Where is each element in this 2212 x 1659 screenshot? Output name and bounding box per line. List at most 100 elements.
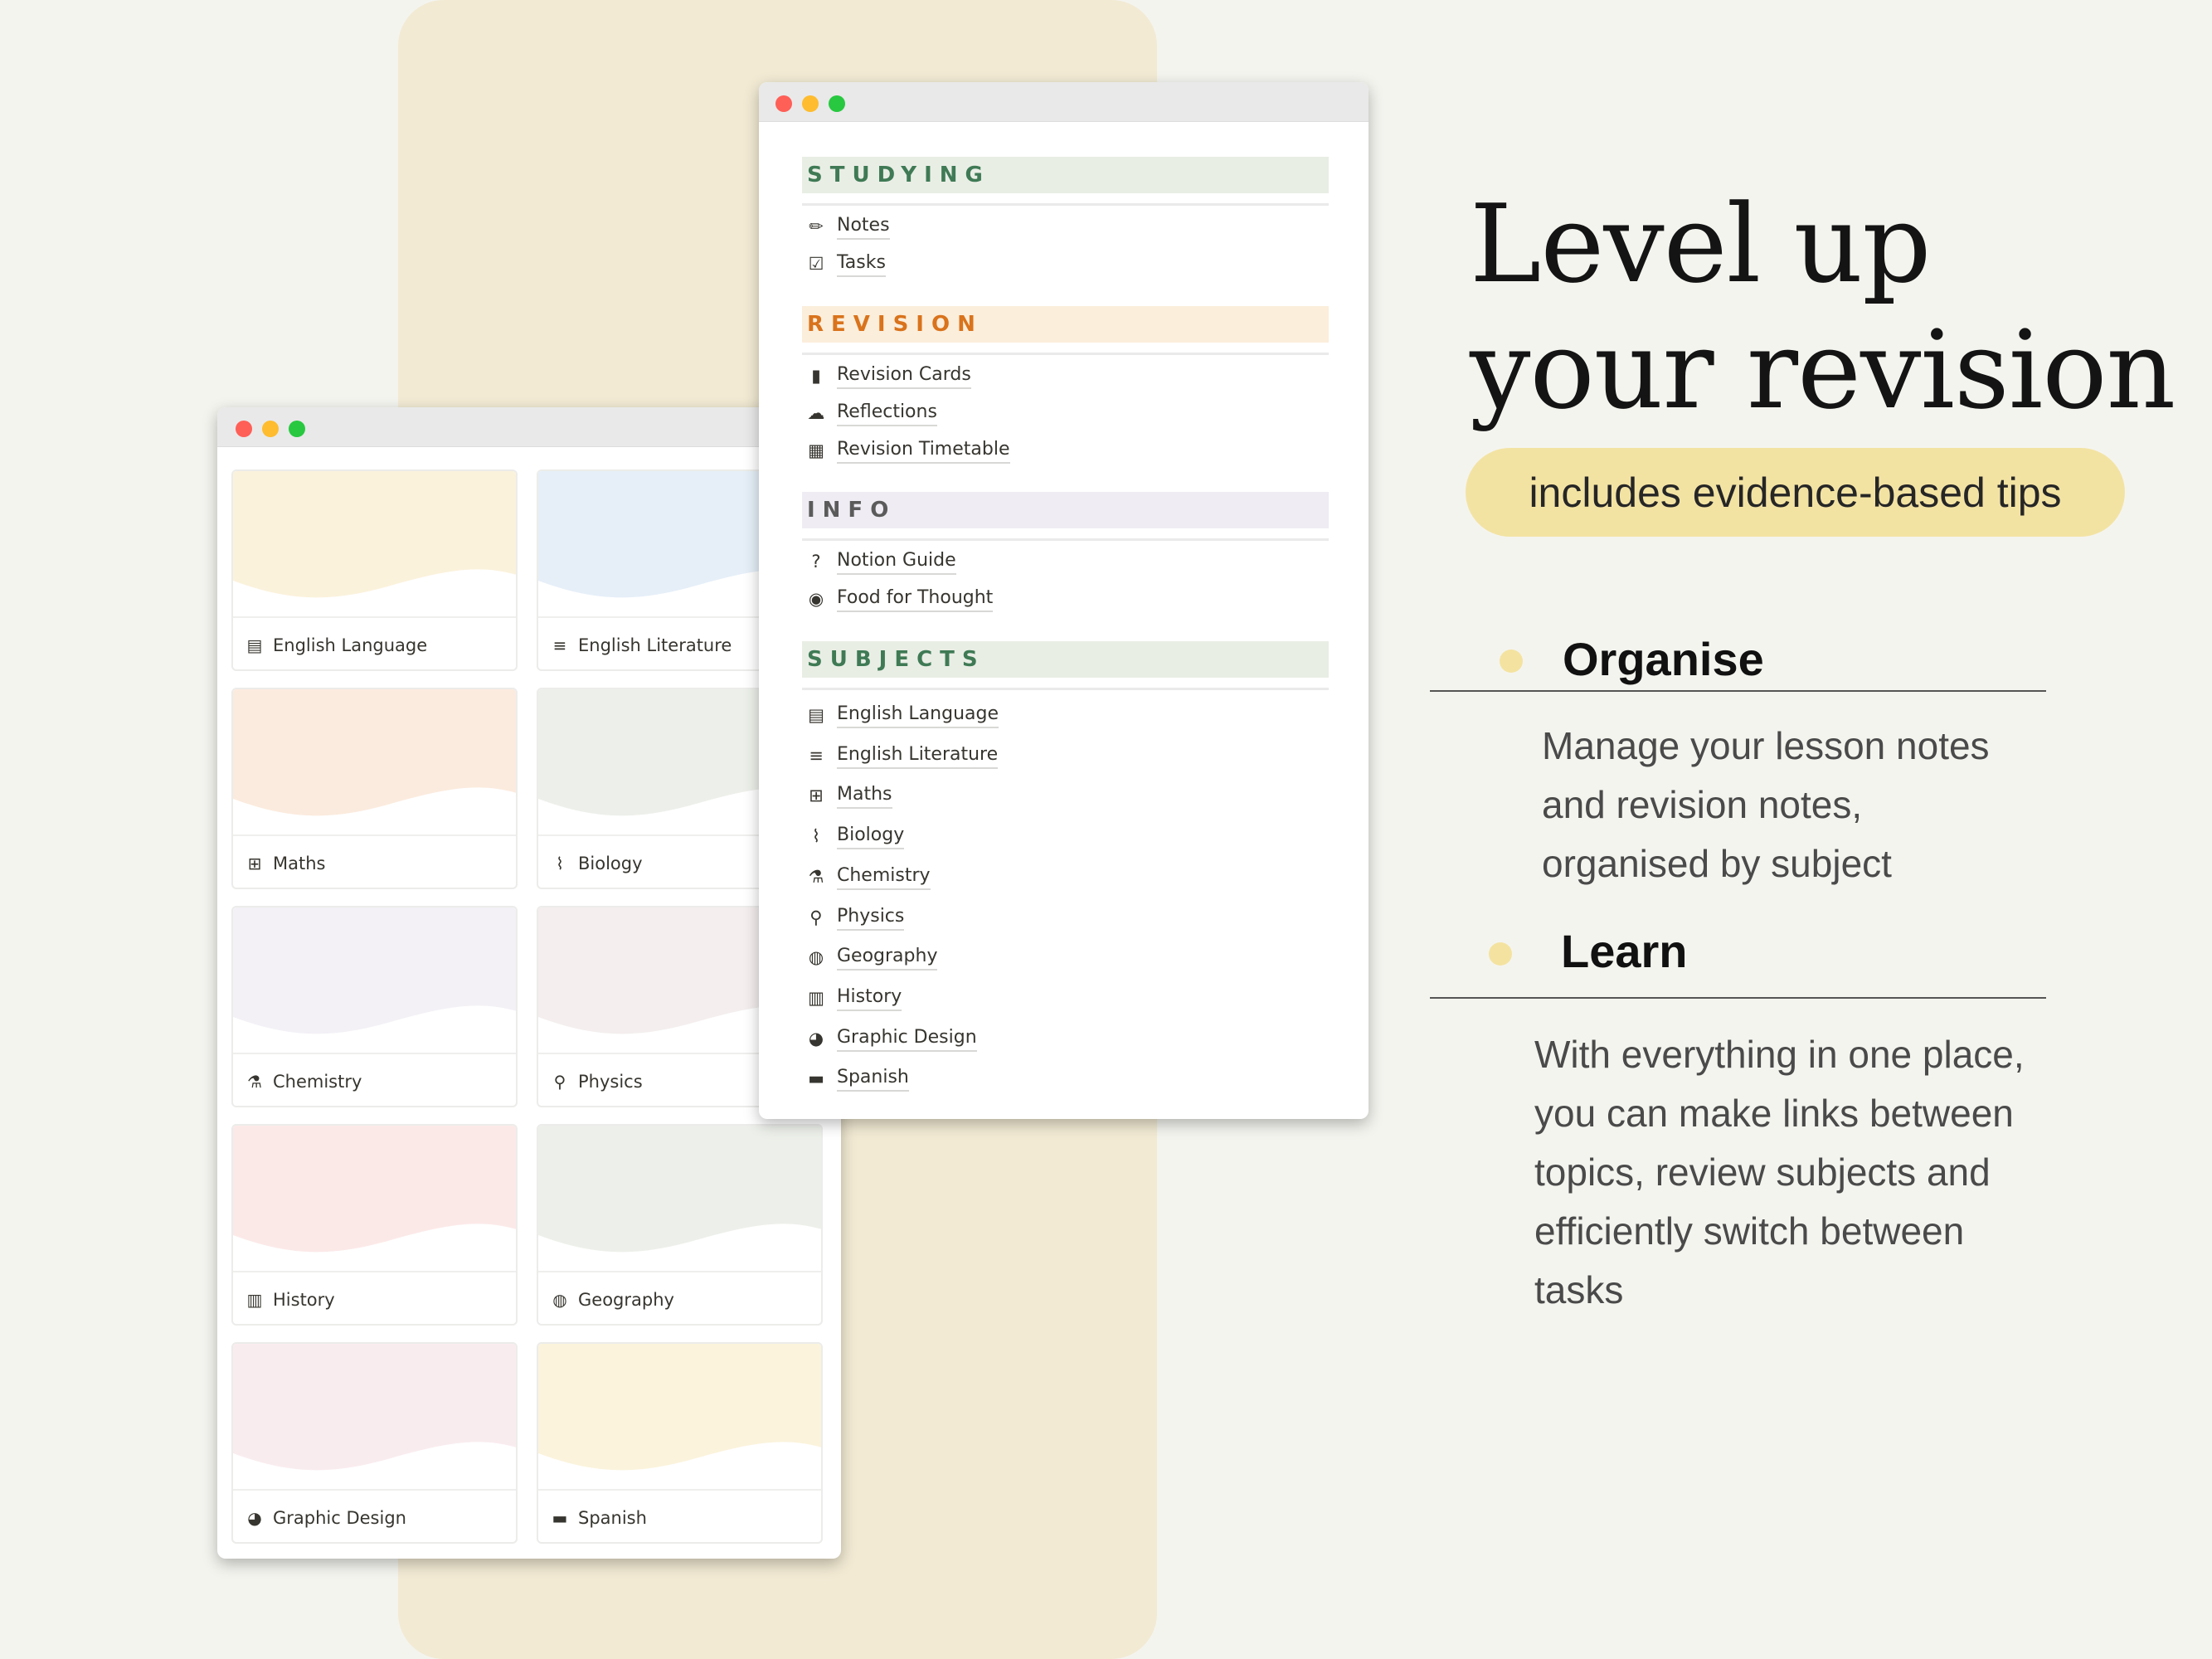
menu-link[interactable]: ? Notion Guide <box>805 548 956 575</box>
gallery-card[interactable]: ◕ Graphic Design <box>231 1342 518 1544</box>
gallery-card[interactable]: ⚗ Chemistry <box>231 906 518 1107</box>
section-heading-info: INFO <box>802 492 1329 528</box>
card-label: History <box>273 1290 335 1310</box>
menu-link[interactable]: ▤ English Language <box>805 702 999 728</box>
menu-link[interactable]: ◕ Graphic Design <box>805 1025 977 1052</box>
headline: Level up your revision <box>1470 181 2176 433</box>
menu-link[interactable]: ▬ Spanish <box>805 1065 909 1092</box>
card-cover <box>233 907 516 1053</box>
card-label: English Literature <box>578 635 732 655</box>
menu-link-label: Revision Timetable <box>837 437 1010 464</box>
menu-link-label: English Literature <box>837 742 999 769</box>
gallery-card[interactable]: ⊞ Maths <box>231 688 518 889</box>
card-caption: ▤ English Language <box>233 616 516 669</box>
menu-link[interactable]: ≡ English Literature <box>805 742 999 769</box>
notebook-icon: ▤ <box>246 635 263 655</box>
menu-link[interactable]: ⚗ Chemistry <box>805 864 931 890</box>
dna-icon: ⌇ <box>556 854 564 873</box>
telescope-icon: ⚲ <box>553 1072 566 1092</box>
card-caption: ◕ Graphic Design <box>233 1489 516 1542</box>
close-window-button[interactable] <box>236 421 252 437</box>
menu-link-label: Notes <box>837 213 890 240</box>
card-cover <box>538 1344 821 1489</box>
menu-link[interactable]: ▦ Revision Timetable <box>805 437 1010 464</box>
card-caption: ▥ History <box>233 1271 516 1324</box>
menu-link-label: Graphic Design <box>837 1025 977 1052</box>
menu-link[interactable]: ✏ Notes <box>805 213 890 240</box>
feature-title-learn: Learn <box>1561 925 1688 977</box>
window-titlebar <box>759 82 1369 122</box>
cloud-icon: ☁ <box>807 403 825 423</box>
card-cover <box>233 471 516 616</box>
menu-link-label: Notion Guide <box>837 548 956 575</box>
minimize-window-button[interactable] <box>802 95 819 112</box>
feature-body-organise: Manage your lesson notes and revision no… <box>1542 724 1990 885</box>
books-icon: ≡ <box>552 635 567 655</box>
scroll-icon: ▥ <box>808 988 824 1008</box>
divider <box>1430 997 2046 999</box>
card-label: Chemistry <box>273 1072 362 1092</box>
test-tube-icon: ⚗ <box>808 867 824 887</box>
card-cover <box>233 689 516 834</box>
menu-link[interactable]: ▮ Revision Cards <box>805 362 971 389</box>
menu-link[interactable]: ◉ Food for Thought <box>805 586 994 612</box>
headline-line-2: your revision <box>1470 307 2176 433</box>
close-window-button[interactable] <box>775 95 792 112</box>
section-divider <box>802 353 1329 355</box>
card-caption: ▬ Spanish <box>538 1489 821 1542</box>
menu-link-label: Tasks <box>837 251 886 277</box>
menu-link[interactable]: ☁ Reflections <box>805 400 937 426</box>
menu-link[interactable]: ⚲ Physics <box>805 904 905 931</box>
menu-link[interactable]: ⌇ Biology <box>805 823 905 849</box>
section-heading-revision: REVISION <box>802 306 1329 343</box>
divider <box>1430 690 2046 692</box>
menu-link[interactable]: ☑ Tasks <box>805 251 886 277</box>
menu-link-label: Reflections <box>837 400 937 426</box>
spain-flag-icon: ▬ <box>552 1508 568 1528</box>
palette-icon: ◕ <box>808 1029 824 1048</box>
dashboard-menu-window: STUDYING ✏ Notes ☑ Tasks REVISION ▮ Revision Ca… <box>759 82 1369 1119</box>
menu-link-label: English Language <box>837 702 999 728</box>
food-icon: ◉ <box>808 589 824 609</box>
window-titlebar <box>217 407 841 447</box>
dna-icon: ⌇ <box>811 826 821 846</box>
abacus-icon: ⊞ <box>809 786 824 805</box>
abacus-icon: ⊞ <box>247 854 262 873</box>
section-divider <box>802 688 1329 690</box>
menu-link[interactable]: ⊞ Maths <box>805 782 892 809</box>
globe-icon: ◍ <box>808 947 824 967</box>
card-cover <box>233 1126 516 1271</box>
menu-link-label: Food for Thought <box>837 586 994 612</box>
palette-icon: ◕ <box>247 1508 262 1528</box>
card-caption: ⊞ Maths <box>233 834 516 888</box>
gallery-card[interactable]: ▤ English Language <box>231 469 518 671</box>
menu-link[interactable]: ▥ History <box>805 985 902 1011</box>
card-label: English Language <box>273 635 428 655</box>
menu-link-label: Spanish <box>837 1065 909 1092</box>
maximize-window-button[interactable] <box>829 95 845 112</box>
bullet-dot <box>1500 649 1523 673</box>
section-divider <box>802 203 1329 206</box>
section-heading-studying: STUDYING <box>802 157 1329 193</box>
question-icon: ? <box>811 552 821 572</box>
gallery-card[interactable]: ◍ Geography <box>537 1124 823 1326</box>
bullet-dot <box>1489 942 1512 966</box>
subjects-gallery-window: ▤ English Language ≡ English Literature ⊞ Mat… <box>217 407 841 1559</box>
menu-link-label: Geography <box>837 944 938 971</box>
notebook-icon: ▤ <box>808 705 824 725</box>
telescope-icon: ⚲ <box>809 907 823 927</box>
gallery-card[interactable]: ▬ Spanish <box>537 1342 823 1544</box>
maximize-window-button[interactable] <box>289 421 305 437</box>
feature-body-learn: With everything in one place, you can ma… <box>1534 1033 2025 1311</box>
menu-link-label: Maths <box>837 782 892 809</box>
card-caption: ⚗ Chemistry <box>233 1053 516 1106</box>
menu-link-label: Revision Cards <box>837 362 971 389</box>
menu-link-label: Biology <box>837 823 905 849</box>
menu-link[interactable]: ◍ Geography <box>805 944 938 971</box>
bookmark-icon: ▮ <box>811 366 821 386</box>
pencil-icon: ✏ <box>809 216 824 236</box>
menu-link-label: History <box>837 985 902 1011</box>
globe-icon: ◍ <box>552 1290 567 1310</box>
gallery-card[interactable]: ▥ History <box>231 1124 518 1326</box>
minimize-window-button[interactable] <box>262 421 279 437</box>
